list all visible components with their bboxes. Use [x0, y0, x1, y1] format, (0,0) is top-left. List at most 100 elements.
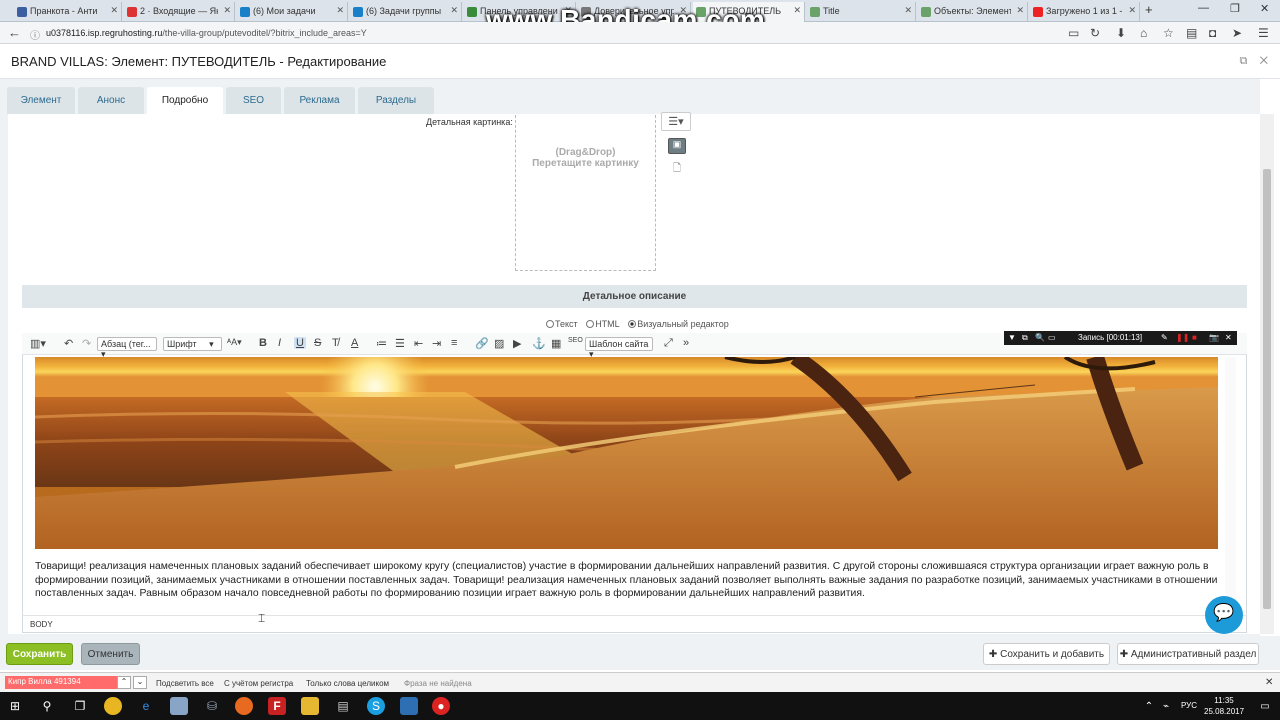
- whole-words-toggle[interactable]: Только слова целиком: [306, 679, 389, 688]
- network-icon[interactable]: ⌁: [1157, 698, 1175, 716]
- close-icon[interactable]: ✕: [1260, 55, 1268, 67]
- task-view-icon[interactable]: ❐: [71, 697, 89, 715]
- network-app-icon[interactable]: ⛁: [203, 697, 221, 715]
- zoom-icon[interactable]: 🔍: [1035, 333, 1045, 342]
- font-size-icon[interactable]: ᴬA▾: [227, 337, 242, 348]
- tab-details[interactable]: Подробно: [147, 87, 223, 114]
- editor-scrollbar[interactable]: [1225, 357, 1236, 609]
- save-button[interactable]: Сохранить: [6, 643, 73, 665]
- tab-seo[interactable]: SEO: [226, 87, 281, 114]
- save-and-add-button[interactable]: ✚ Сохранить и добавить: [983, 643, 1110, 665]
- seo-icon[interactable]: SEO: [568, 337, 583, 344]
- close-tab-icon[interactable]: ✕: [110, 5, 118, 16]
- close-window-button[interactable]: ✕: [1260, 2, 1269, 15]
- home-icon[interactable]: ⌂: [1140, 26, 1147, 40]
- reload-icon[interactable]: ↻: [1090, 26, 1100, 40]
- download-icon[interactable]: ⬇: [1116, 26, 1126, 40]
- mode-text-radio[interactable]: Текст: [546, 319, 578, 329]
- close-findbar-icon[interactable]: ✕: [1265, 677, 1273, 688]
- browser-tab[interactable]: Title ✕: [807, 2, 916, 22]
- filezilla-icon[interactable]: F: [268, 697, 286, 715]
- anchor-icon[interactable]: ⚓: [532, 337, 546, 350]
- paragraph-select[interactable]: Абзац (тег... ▾: [97, 337, 157, 359]
- close-tab-icon[interactable]: ✕: [223, 5, 231, 16]
- close-tab-icon[interactable]: ✕: [450, 5, 458, 16]
- browser-tab[interactable]: Загружено 1 из 1 - Y ✕: [1030, 2, 1140, 22]
- app-icon[interactable]: [170, 697, 188, 715]
- new-tab-button[interactable]: +: [1145, 2, 1153, 17]
- screen-icon[interactable]: ▭: [1048, 333, 1056, 342]
- pen-icon[interactable]: ✎: [1161, 333, 1168, 342]
- window-icon[interactable]: ⧉: [1022, 333, 1028, 343]
- link-icon[interactable]: 🔗: [475, 337, 489, 350]
- stop-icon[interactable]: ■: [1192, 333, 1197, 342]
- clear-format-icon[interactable]: T̸: [332, 337, 339, 349]
- close-tab-icon[interactable]: ✕: [1016, 5, 1024, 16]
- mode-visual-radio[interactable]: Визуальный редактор: [628, 319, 729, 329]
- find-previous-button[interactable]: ⌃: [117, 676, 131, 689]
- bookmark-star-icon[interactable]: ☆: [1163, 26, 1174, 40]
- editor-status-tag[interactable]: BODY: [30, 620, 53, 629]
- mode-html-radio[interactable]: HTML: [586, 319, 620, 329]
- fullscreen-icon[interactable]: ⤢: [664, 337, 673, 350]
- find-input[interactable]: Кипр Вилла 491394: [5, 676, 117, 689]
- highlight-all-toggle[interactable]: Подсветить все: [156, 679, 214, 688]
- strikethrough-icon[interactable]: S: [314, 337, 321, 349]
- text-color-icon[interactable]: A: [351, 337, 358, 349]
- info-icon[interactable]: ⓘ: [30, 27, 40, 42]
- tab-announce[interactable]: Анонс: [78, 87, 144, 114]
- clock[interactable]: 11:35 25.08.2017: [1204, 695, 1244, 717]
- close-tab-icon[interactable]: ✕: [1128, 5, 1136, 16]
- chat-icon[interactable]: 💬: [1205, 596, 1243, 634]
- notifications-icon[interactable]: ▭: [1256, 698, 1274, 716]
- align-icon[interactable]: ≡: [451, 337, 457, 349]
- file-icon[interactable]: 🗋: [673, 161, 681, 178]
- browser-tab[interactable]: Пранкота - Анти ✕: [14, 2, 122, 22]
- table-icon[interactable]: ▦: [551, 337, 561, 350]
- browser-tab[interactable]: (6) Мои задачи ✕: [237, 2, 348, 22]
- close-tab-icon[interactable]: ✕: [793, 5, 801, 16]
- italic-icon[interactable]: I: [278, 337, 281, 349]
- cancel-button[interactable]: Отменить: [81, 643, 140, 665]
- match-case-toggle[interactable]: С учётом регистра: [224, 679, 293, 688]
- app2-icon[interactable]: ▤: [334, 697, 352, 715]
- browser-tab[interactable]: Объекты: Элемент: ✕: [918, 2, 1028, 22]
- close-tab-icon[interactable]: ✕: [336, 5, 344, 16]
- expand-icon[interactable]: ⧉: [1240, 55, 1248, 67]
- tab-ads[interactable]: Реклама: [284, 87, 355, 114]
- image-dropzone[interactable]: (Drag&Drop) Перетащите картинку: [515, 115, 656, 271]
- font-select[interactable]: Шрифт ▾: [163, 337, 222, 351]
- video-icon[interactable]: ▶: [513, 337, 521, 350]
- dropdown-icon[interactable]: ▼: [1008, 333, 1016, 342]
- tab-element[interactable]: Элемент: [7, 87, 75, 114]
- tab-sections[interactable]: Разделы: [358, 87, 434, 114]
- menu-icon[interactable]: ☰: [1258, 26, 1269, 40]
- windows-start-icon[interactable]: ⊞: [6, 697, 24, 715]
- undo-icon[interactable]: ↶: [64, 337, 73, 350]
- pocket-icon[interactable]: ◘: [1209, 26, 1216, 40]
- back-arrow-icon[interactable]: ←: [8, 25, 21, 40]
- bold-icon[interactable]: B: [259, 337, 267, 349]
- minimize-button[interactable]: —: [1198, 2, 1209, 14]
- browser-tab[interactable]: 2 · Входящие — Янд ✕: [124, 2, 235, 22]
- ordered-list-icon[interactable]: ≔: [376, 337, 387, 350]
- bandicam-icon[interactable]: ●: [432, 697, 450, 715]
- url-field[interactable]: u0378116.isp.regruhosting.ru/the-villa-g…: [46, 28, 367, 38]
- restore-button[interactable]: ❐: [1230, 2, 1240, 15]
- template-select[interactable]: Шаблон сайта ▾: [585, 337, 653, 359]
- bullet-list-icon[interactable]: ☰: [395, 337, 405, 350]
- indent-icon[interactable]: ⇥: [432, 337, 441, 350]
- browser-tab[interactable]: (6) Задачи группы ✕: [350, 2, 462, 22]
- more-icon[interactable]: »: [683, 337, 689, 349]
- explorer-icon[interactable]: [301, 697, 319, 715]
- language-indicator[interactable]: РУС: [1181, 701, 1197, 710]
- close-icon[interactable]: ✕: [1225, 333, 1232, 342]
- view-mode-icon[interactable]: ▥▾: [30, 337, 46, 350]
- library-icon[interactable]: ▤: [1186, 26, 1197, 40]
- word-icon[interactable]: [400, 697, 418, 715]
- firefox-icon[interactable]: [235, 697, 253, 715]
- redo-icon[interactable]: ↷: [82, 337, 91, 350]
- find-next-button[interactable]: ⌄: [133, 676, 147, 689]
- close-tab-icon[interactable]: ✕: [904, 5, 912, 16]
- insert-image-icon[interactable]: ▨: [494, 337, 504, 350]
